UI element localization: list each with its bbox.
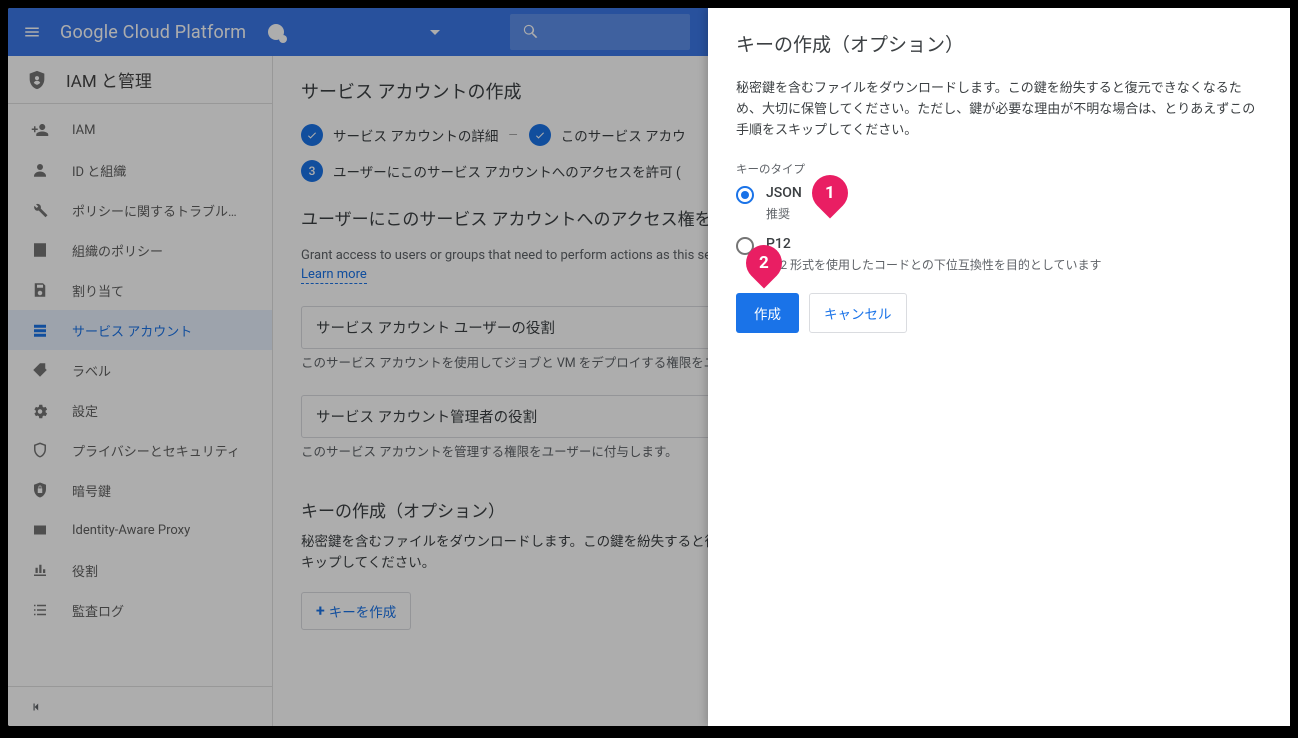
save-icon [31, 281, 49, 299]
nav-org-policy[interactable]: 組織のポリシー [8, 230, 272, 270]
nav-label: ラベル [72, 361, 111, 380]
nav-crypto[interactable]: 暗号鍵 [8, 470, 272, 510]
nav-service-accounts[interactable]: サービス アカウント [8, 310, 272, 350]
nav-privacy[interactable]: プライバシーとセキュリティ [8, 430, 272, 470]
nav-identity[interactable]: ID と組織 [8, 150, 272, 190]
radio-json[interactable]: JSON 推奨 1 [736, 185, 1262, 222]
shield-outline-icon [31, 441, 49, 459]
check-icon [534, 129, 546, 141]
cancel-button[interactable]: キャンセル [809, 293, 907, 333]
nav-audit[interactable]: 監査ログ [8, 590, 272, 630]
article-icon [31, 241, 49, 259]
panel-desc: 秘密鍵を含むファイルをダウンロードします。この鍵を紛失すると復元できなくなるため… [736, 79, 1262, 141]
nav-label: サービス アカウント [72, 321, 192, 340]
step-1-label: サービス アカウントの詳細 [333, 125, 498, 145]
roles-icon [31, 561, 49, 579]
nav-label: 設定 [72, 401, 98, 420]
nav-label: 暗号鍵 [72, 481, 111, 500]
key-type-label: キーのタイプ [736, 161, 1262, 177]
person-add-icon [31, 121, 49, 139]
section-desc: Grant access to users or groups that nee… [301, 248, 725, 263]
shield-icon [26, 69, 48, 91]
nav-label: 組織のポリシー [72, 241, 163, 260]
sidebar-header: IAM と管理 [8, 56, 272, 104]
chevron-down-icon [430, 30, 440, 35]
radio-json-label: JSON [766, 185, 802, 201]
hamburger-icon [23, 23, 41, 41]
nav-roles[interactable]: 役割 [8, 550, 272, 590]
nav-list: IAM ID と組織 ポリシーに関するトラブル… 組織のポリシー 割り当て サー… [8, 104, 272, 686]
project-name [290, 25, 420, 39]
menu-button[interactable] [8, 8, 56, 56]
panel-title: キーの作成（オプション） [736, 30, 1262, 57]
step-divider: — [508, 128, 518, 142]
collapse-sidebar[interactable] [8, 686, 272, 726]
nav-label: Identity-Aware Proxy [72, 523, 190, 538]
nav-label: ポリシーに関するトラブル… [72, 201, 237, 220]
step-2-done [529, 124, 551, 146]
nav-settings[interactable]: 設定 [8, 390, 272, 430]
person-icon [31, 161, 49, 179]
chevron-left-icon [30, 700, 44, 714]
sidebar: IAM と管理 IAM ID と組織 ポリシーに関するトラブル… 組織のポリシー… [8, 56, 273, 726]
list-icon [31, 601, 49, 619]
nav-label: 割り当て [72, 281, 124, 300]
create-button[interactable]: 作成 [736, 293, 799, 333]
service-account-icon [31, 321, 49, 339]
wrench-icon [31, 201, 49, 219]
check-icon [306, 129, 318, 141]
search-box[interactable] [510, 14, 690, 50]
create-key-label: キーを作成 [329, 601, 397, 621]
nav-label: ID と組織 [72, 161, 126, 180]
learn-more-link[interactable]: Learn more [301, 267, 367, 284]
nav-troubleshoot[interactable]: ポリシーに関するトラブル… [8, 190, 272, 230]
side-panel: キーの作成（オプション） 秘密鍵を含むファイルをダウンロードします。この鍵を紛失… [708, 8, 1290, 726]
step-1-done [301, 124, 323, 146]
plus-icon: + [316, 601, 325, 620]
nav-iap[interactable]: Identity-Aware Proxy [8, 510, 272, 550]
step-3-label: ユーザーにこのサービス アカウントへのアクセスを許可 ( [333, 161, 681, 181]
nav-iam[interactable]: IAM [8, 110, 272, 150]
sidebar-title: IAM と管理 [66, 67, 152, 92]
nav-quota[interactable]: 割り当て [8, 270, 272, 310]
step-2-label: このサービス アカウ [561, 125, 686, 145]
radio-json-sub: 推奨 [766, 205, 802, 222]
lock-q-icon [31, 481, 49, 499]
badge-icon [31, 521, 49, 539]
gear-icon [31, 401, 49, 419]
nav-labels[interactable]: ラベル [8, 350, 272, 390]
create-key-button[interactable]: + キーを作成 [301, 592, 411, 630]
project-icon [268, 24, 284, 40]
radio-p12-label: P12 [766, 236, 1102, 252]
project-selector[interactable] [258, 16, 450, 48]
nav-label: プライバシーとセキュリティ [72, 441, 240, 460]
brand-label: Google Cloud Platform [56, 22, 258, 43]
radio-p12[interactable]: P12 P12 形式を使用したコードとの下位互換性を目的としています [736, 236, 1262, 273]
nav-label: 監査ログ [72, 601, 124, 620]
radio-p12-sub: P12 形式を使用したコードとの下位互換性を目的としています [766, 256, 1102, 273]
search-icon [522, 23, 540, 41]
step-3-circle: 3 [301, 160, 323, 182]
nav-label: 役割 [72, 561, 98, 580]
radio-json-control[interactable] [736, 186, 754, 204]
nav-label: IAM [72, 123, 95, 138]
tag-icon [31, 361, 49, 379]
